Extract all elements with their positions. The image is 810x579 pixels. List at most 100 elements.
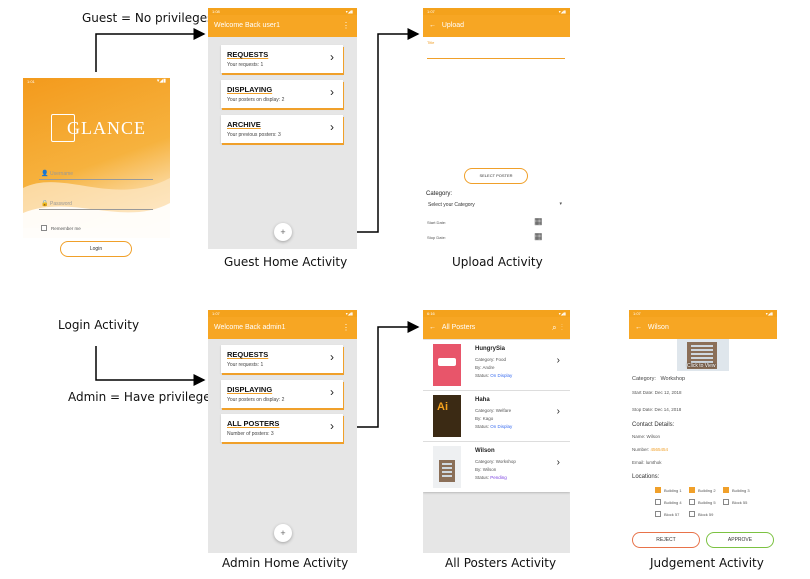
toolbar-icons[interactable]: ⌕ ⋮ <box>552 317 563 339</box>
remember-label: Remember me <box>51 226 81 231</box>
add-poster-fab[interactable]: + <box>274 223 292 241</box>
card-displaying[interactable]: DISPLAYING Your posters on display: 2 › <box>221 380 343 408</box>
poster-author: By: Kago <box>475 416 494 421</box>
chevron-right-icon: › <box>330 419 334 433</box>
overflow-menu-icon[interactable]: ⋮ <box>561 323 563 332</box>
overflow-menu-icon[interactable]: ⋮ <box>342 15 350 37</box>
back-arrow-icon[interactable]: ← <box>429 22 436 29</box>
start-date-label: Start Date: <box>427 220 447 225</box>
card-requests[interactable]: REQUESTS Your requests: 1 › <box>221 45 343 73</box>
contact-name: Name: Wilson <box>632 434 661 439</box>
judgement-label: Judgement Activity <box>650 556 764 570</box>
calendar-icon[interactable]: ▦ <box>534 216 543 227</box>
guest-title: Welcome Back user1 <box>214 22 281 29</box>
status-icons: ▾◢▮ <box>558 311 566 316</box>
location-checkbox[interactable] <box>723 499 729 505</box>
locations-heading: Locations: <box>632 474 660 480</box>
brand-logo: GLANCE <box>67 118 146 138</box>
card-subtitle: Your posters on display: 2 <box>227 97 285 103</box>
card-subtitle: Your posters on display: 2 <box>227 397 285 403</box>
reject-button[interactable]: REJECT <box>632 532 700 548</box>
add-poster-fab[interactable]: + <box>274 524 292 542</box>
login-screen: 1:01 ▾◢▮ GLANCE 👤 Username 🔒 Password Re… <box>23 78 170 263</box>
category-row: Category: Workshop <box>632 376 686 382</box>
poster-status: Status: On Display <box>475 424 513 429</box>
location-checkbox[interactable] <box>689 487 695 493</box>
poster-thumbnail <box>433 344 461 386</box>
calendar-icon[interactable]: ▦ <box>534 231 543 242</box>
location-label: Block 59 <box>698 512 714 517</box>
username-input[interactable]: Username <box>50 171 73 177</box>
list-item[interactable]: HungrySia Category: Food By: Andre Statu… <box>423 340 570 391</box>
poster-name: Haha <box>475 397 490 403</box>
location-label: Building 2 <box>698 488 716 493</box>
user-icon: 👤 <box>41 171 49 177</box>
title-input[interactable] <box>427 58 565 59</box>
location-checkbox[interactable] <box>655 487 661 493</box>
card-title: REQUESTS <box>227 350 269 359</box>
back-arrow-icon[interactable]: ← <box>429 324 436 331</box>
card-subtitle: Number of posters: 3 <box>227 431 274 437</box>
location-checkbox[interactable] <box>689 499 695 505</box>
remember-checkbox[interactable] <box>41 225 47 231</box>
poster-name: HungrySia <box>475 346 506 352</box>
approve-button[interactable]: APPROVE <box>706 532 774 548</box>
category-label: Category: <box>426 191 453 197</box>
thumbnail-graphic <box>438 358 456 366</box>
upload-title: Upload <box>441 22 465 29</box>
card-archive[interactable]: ARCHIVE Your previous posters: 3 › <box>221 115 343 143</box>
list-item[interactable]: Wilson Category: Workshop By: Wilson Sta… <box>423 442 570 492</box>
search-icon[interactable]: ⌕ <box>552 323 556 332</box>
chevron-right-icon: › <box>330 50 334 64</box>
card-title: DISPLAYING <box>227 85 273 94</box>
location-label: Block 55 <box>732 500 748 505</box>
card-all-posters[interactable]: ALL POSTERS Number of posters: 3 › <box>221 414 343 442</box>
location-checkbox[interactable] <box>655 511 661 517</box>
click-to-view-label: Click to View <box>687 363 716 369</box>
judgement-time: 1:07 <box>633 311 641 316</box>
password-input[interactable]: Password <box>50 201 72 207</box>
dropdown-arrow-icon: ▾ <box>559 201 562 207</box>
status-icons: ▾◢▮ <box>765 311 773 316</box>
poster-thumbnail <box>433 446 461 488</box>
list-item[interactable]: Ai Haha Category: Welfare By: Kago Statu… <box>423 391 570 442</box>
start-date: Start Date: Dec 12, 2018 <box>632 390 682 395</box>
poster-category: Category: Food <box>475 357 507 362</box>
location-label: Building 1 <box>664 488 682 493</box>
card-title: REQUESTS <box>227 50 269 59</box>
login-time: 1:01 <box>27 79 35 84</box>
admin-home-label: Admin Home Activity <box>222 556 349 570</box>
contact-heading: Contact Details: <box>632 422 675 428</box>
window-graphic <box>691 345 713 365</box>
location-checkbox[interactable] <box>689 511 695 517</box>
location-checkbox[interactable] <box>723 487 729 493</box>
overflow-menu-icon[interactable]: ⋮ <box>342 317 350 339</box>
chevron-right-icon: › <box>330 385 334 399</box>
card-subtitle: Your previous posters: 3 <box>227 132 281 138</box>
arrow-admin <box>95 346 206 386</box>
poster-status: Status: On Display <box>475 373 513 378</box>
location-checkbox[interactable] <box>655 499 661 505</box>
chevron-right-icon: › <box>330 85 334 99</box>
card-displaying[interactable]: DISPLAYING Your posters on display: 2 › <box>221 80 343 108</box>
card-title: DISPLAYING <box>227 385 273 394</box>
upload-screen: 1:07 ▾◢▮ ← Upload Title SELECT POSTER Cat… <box>423 8 570 249</box>
upload-label: Upload Activity <box>452 255 543 269</box>
poster-category: Category: Welfare <box>475 408 512 413</box>
arrow-guest <box>95 28 206 72</box>
poster-status: Status: Pending <box>475 475 507 480</box>
poster-list: HungrySia Category: Food By: Andre Statu… <box>423 340 570 492</box>
lock-icon: 🔒 <box>41 201 49 207</box>
poster-category: Category: Workshop <box>475 459 516 464</box>
category-select[interactable]: Select your Category <box>428 202 475 208</box>
chevron-right-icon: › <box>556 406 560 417</box>
login-button[interactable]: Login <box>60 241 132 257</box>
judgement-screen: 1:07 ▾◢▮ ← Wilson Click to View Category:… <box>629 310 777 553</box>
back-arrow-icon[interactable]: ← <box>635 324 642 331</box>
password-underline <box>39 209 153 210</box>
guest-note: Guest = No privileges <box>82 11 214 25</box>
select-poster-button[interactable]: SELECT POSTER <box>464 168 528 184</box>
card-requests[interactable]: REQUESTS Your requests: 1 › <box>221 345 343 373</box>
poster-preview[interactable]: Click to View <box>677 339 729 371</box>
posters-title: All Posters <box>441 324 476 331</box>
